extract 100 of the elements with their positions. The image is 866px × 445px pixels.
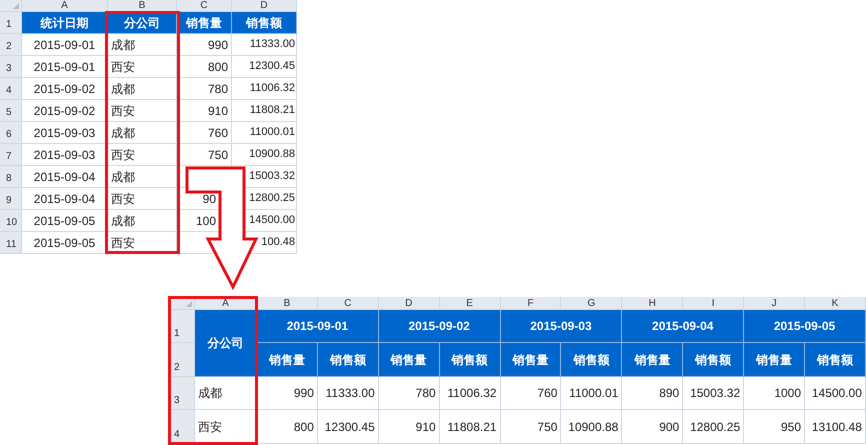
table-cell-text: 780 bbox=[416, 385, 436, 402]
table-cell-text: 990 bbox=[208, 36, 228, 54]
column-header[interactable]: E bbox=[440, 297, 501, 310]
row-header[interactable]: 9 bbox=[0, 188, 22, 210]
header-cell: 分公司 bbox=[108, 12, 177, 34]
row-header[interactable]: 7 bbox=[0, 144, 22, 166]
table-cell-text: 750 bbox=[208, 146, 228, 164]
table-cell-text: 13100.48 bbox=[812, 418, 862, 436]
column-header[interactable]: B bbox=[257, 297, 318, 310]
table-cell-text: 11006.32 bbox=[447, 385, 497, 402]
column-header[interactable]: H bbox=[622, 297, 684, 310]
table-cell-text: 11000.01 bbox=[569, 385, 618, 402]
table-cell-text: 2015-09-05 bbox=[34, 212, 96, 230]
table-cell-text: 910 bbox=[208, 102, 228, 120]
table-cell-text: 2015-09-05 bbox=[34, 234, 96, 252]
table-cell-text: 800 bbox=[294, 418, 314, 436]
column-header[interactable]: D bbox=[378, 297, 440, 310]
header-cell: 销售额 bbox=[805, 343, 866, 377]
row-header[interactable]: 6 bbox=[0, 122, 22, 144]
table-cell-text: 11333.00 bbox=[326, 385, 375, 402]
table-cell-text: 2015-09-01 bbox=[34, 36, 96, 54]
header-cell: 销售额 bbox=[561, 343, 622, 377]
table-cell-text: 西安 bbox=[111, 146, 135, 164]
table-cell-text: 12300.45 bbox=[249, 59, 295, 74]
table-cell-text: 成都 bbox=[111, 80, 135, 98]
column-header[interactable]: F bbox=[500, 297, 562, 310]
table-cell-text: 成都 bbox=[111, 212, 135, 230]
table-cell-text: 760 bbox=[208, 124, 228, 142]
table-cell-text: 900 bbox=[659, 418, 680, 436]
table-cell-text: 2015-09-04 bbox=[34, 168, 96, 186]
table-cell-text: 10900.88 bbox=[568, 418, 618, 436]
table-cell-text: 成都 bbox=[198, 385, 222, 402]
table-cell-text: 950 bbox=[780, 418, 802, 436]
header-cell: 销售额 bbox=[318, 343, 379, 377]
table-cell-text: 100 bbox=[196, 212, 216, 230]
table-cell-text: 2015-09-02 bbox=[34, 102, 96, 120]
column-header[interactable]: D bbox=[232, 0, 297, 12]
table-cell-text: 西安 bbox=[111, 234, 135, 252]
header-cell: 2015-09-03 bbox=[500, 310, 622, 343]
table-cell-text: 1000 bbox=[774, 385, 802, 402]
row-header[interactable]: 1 bbox=[0, 12, 22, 34]
column-header[interactable]: J bbox=[744, 297, 806, 310]
table-cell-text: 西安 bbox=[198, 418, 222, 436]
header-cell: 销售量 bbox=[177, 12, 232, 34]
column-header[interactable]: C bbox=[318, 297, 379, 310]
table-cell-text: 2015-09-03 bbox=[34, 146, 96, 164]
select-all-icon[interactable] bbox=[186, 301, 192, 307]
header-cell: 销售量 bbox=[744, 343, 806, 377]
row-header[interactable]: 2 bbox=[0, 34, 22, 56]
header-cell: 2015-09-04 bbox=[622, 310, 744, 343]
table-cell-text: 11808.21 bbox=[447, 418, 497, 436]
table-cell-text: 成都 bbox=[111, 124, 135, 142]
table-cell-text: 2015-09-01 bbox=[34, 58, 96, 76]
row-header[interactable]: 11 bbox=[0, 232, 22, 254]
table-cell-text: 15003.32 bbox=[249, 169, 295, 184]
table-cell-text: 11006.32 bbox=[250, 81, 295, 96]
table-cell-text: 11808.21 bbox=[250, 103, 295, 118]
table-cell-text: 11000.01 bbox=[250, 125, 295, 140]
table-cell-text: 760 bbox=[537, 385, 558, 402]
table-cell-text: 2015-09-03 bbox=[34, 124, 96, 142]
table-cell-text: 750 bbox=[537, 418, 558, 436]
header-cell: 销售量 bbox=[500, 343, 562, 377]
column-header[interactable]: G bbox=[561, 297, 622, 310]
table-cell-text: 15003.32 bbox=[690, 385, 740, 402]
table-cell-text: 10900.88 bbox=[249, 147, 295, 162]
header-cell: 销售量 bbox=[257, 343, 318, 377]
column-header[interactable]: K bbox=[805, 297, 866, 310]
table-cell-text: 14500.00 bbox=[249, 213, 295, 228]
header-cell: 2015-09-01 bbox=[257, 310, 379, 343]
table-cell-text: 西安 bbox=[111, 190, 135, 208]
table-cell-text: 890 bbox=[659, 385, 680, 402]
row-header[interactable]: 5 bbox=[0, 100, 22, 122]
table-cell-text: 11333.00 bbox=[250, 37, 295, 52]
select-all-icon[interactable] bbox=[13, 3, 19, 9]
table-cell-text: 910 bbox=[416, 418, 436, 436]
table-cell-text: 12300.45 bbox=[324, 418, 375, 436]
row-header[interactable]: 8 bbox=[0, 166, 22, 188]
table-cell-text: 2015-09-02 bbox=[34, 80, 96, 98]
row-header[interactable]: 3 bbox=[0, 56, 22, 78]
table-cell-text: 12800.25 bbox=[249, 191, 295, 206]
header-cell: 销售量 bbox=[622, 343, 684, 377]
column-header[interactable]: A bbox=[22, 0, 108, 12]
table-cell-text: 990 bbox=[294, 385, 314, 402]
table-cell-text: 西安 bbox=[111, 58, 135, 76]
header-cell: 分公司 bbox=[195, 310, 257, 377]
row-header[interactable]: 4 bbox=[0, 78, 22, 100]
header-cell: 销售额 bbox=[440, 343, 501, 377]
table-cell-text: 14500.00 bbox=[812, 385, 862, 402]
header-cell: 2015-09-02 bbox=[378, 310, 501, 343]
header-cell: 销售量 bbox=[378, 343, 440, 377]
column-header[interactable]: C bbox=[177, 0, 232, 12]
table-cell-text: 西安 bbox=[111, 102, 135, 120]
row-header[interactable]: 10 bbox=[0, 210, 22, 232]
header-cell: 销售额 bbox=[683, 343, 744, 377]
column-header[interactable]: B bbox=[108, 0, 177, 12]
header-cell: 销售额 bbox=[232, 12, 297, 34]
table-cell-text: 成都 bbox=[111, 36, 135, 54]
column-header[interactable]: I bbox=[683, 297, 744, 310]
table-cell-text: 800 bbox=[208, 58, 228, 76]
table-cell-text: 100.48 bbox=[261, 235, 295, 250]
